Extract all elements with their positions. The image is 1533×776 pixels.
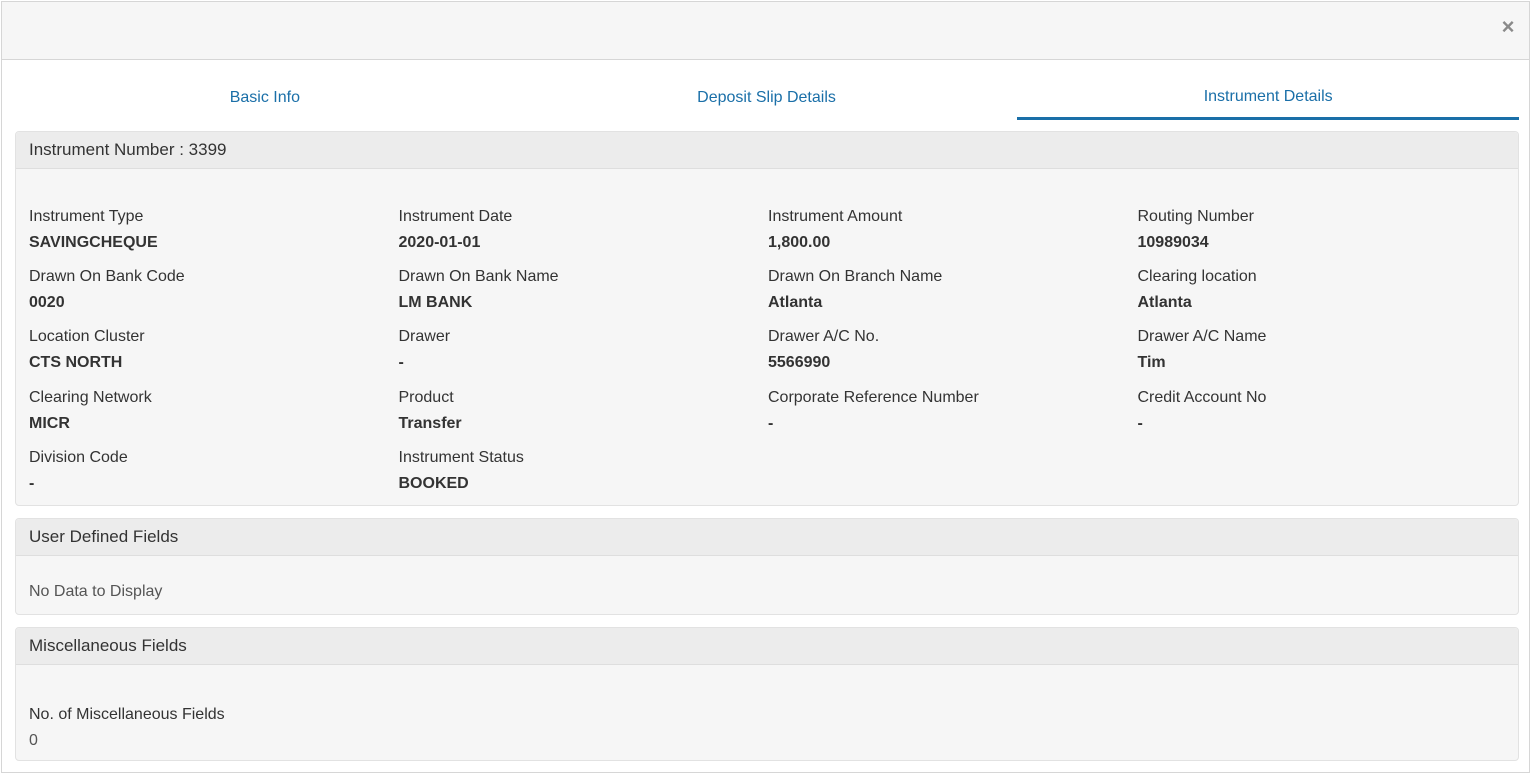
tab-deposit-slip-details[interactable]: Deposit Slip Details bbox=[516, 68, 1018, 120]
field-value: 10989034 bbox=[1137, 234, 1209, 251]
misc-count-value: 0 bbox=[29, 732, 38, 749]
user-defined-panel-title: User Defined Fields bbox=[16, 519, 1518, 556]
instrument-field: Drawn On Branch Name Atlanta bbox=[768, 267, 1138, 327]
field-label: Instrument Status bbox=[398, 448, 524, 466]
misc-count-label: No. of Miscellaneous Fields bbox=[29, 706, 225, 723]
instrument-field: Clearing Network MICR bbox=[29, 388, 399, 448]
field-value: CTS NORTH bbox=[29, 354, 123, 372]
field-label: Instrument Type bbox=[29, 208, 144, 225]
field-value: Transfer bbox=[398, 414, 462, 432]
field-label: Routing Number bbox=[1137, 208, 1255, 225]
field-label: Location Cluster bbox=[29, 328, 145, 346]
instrument-field: Product Transfer bbox=[399, 388, 769, 448]
field-value: - bbox=[768, 414, 774, 432]
field-label: Drawn On Branch Name bbox=[768, 268, 943, 286]
field-label: Drawn On Bank Code bbox=[29, 268, 185, 286]
instrument-field: Drawer - bbox=[399, 327, 769, 387]
instrument-field: Instrument Status BOOKED bbox=[399, 448, 769, 508]
instrument-field: Location Cluster CTS NORTH bbox=[29, 327, 399, 387]
field-value: Atlanta bbox=[768, 294, 823, 312]
field-label: Corporate Reference Number bbox=[768, 388, 979, 406]
instrument-field: Instrument Type SAVINGCHEQUE bbox=[29, 207, 399, 267]
misc-panel: Miscellaneous Fields No. of Miscellaneou… bbox=[15, 627, 1519, 761]
field-label: Drawer bbox=[398, 328, 451, 346]
field-value: 5566990 bbox=[768, 354, 831, 372]
field-label: Clearing location bbox=[1137, 268, 1257, 286]
field-value: - bbox=[1137, 414, 1143, 432]
instrument-field: Routing Number 10989034 bbox=[1138, 207, 1508, 267]
field-label: Instrument Date bbox=[398, 208, 513, 225]
field-value: 1,800.00 bbox=[768, 234, 831, 251]
misc-count-field: No. of Miscellaneous Fields 0 bbox=[16, 665, 1518, 751]
misc-panel-title: Miscellaneous Fields bbox=[16, 628, 1518, 665]
instrument-panel-title: Instrument Number : 3399 bbox=[16, 132, 1518, 169]
field-value: SAVINGCHEQUE bbox=[29, 234, 158, 251]
field-label: Drawn On Bank Name bbox=[398, 268, 559, 286]
user-defined-panel: User Defined Fields No Data to Display bbox=[15, 518, 1519, 615]
field-value: 2020-01-01 bbox=[398, 234, 481, 251]
instrument-field: Instrument Date 2020-01-01 bbox=[399, 207, 769, 267]
field-label: Drawer A/C No. bbox=[768, 328, 880, 346]
instrument-field: Credit Account No - bbox=[1138, 388, 1508, 448]
instrument-field: Drawer A/C No. 5566990 bbox=[768, 327, 1138, 387]
field-label: Division Code bbox=[29, 448, 128, 466]
field-label: Product bbox=[398, 388, 454, 406]
field-value: LM BANK bbox=[398, 294, 473, 312]
no-data-message: No Data to Display bbox=[29, 583, 163, 600]
modal-header: × bbox=[2, 2, 1529, 60]
instrument-field: Drawn On Bank Name LM BANK bbox=[399, 267, 769, 327]
field-value: - bbox=[398, 354, 404, 372]
instrument-field: Drawer A/C Name Tim bbox=[1138, 327, 1508, 387]
instrument-field: Drawn On Bank Code 0020 bbox=[29, 267, 399, 327]
field-value: MICR bbox=[29, 414, 70, 432]
field-value: 0020 bbox=[29, 294, 65, 312]
field-label: Credit Account No bbox=[1137, 388, 1267, 406]
instrument-details-modal: × Basic Info Deposit Slip Details Instru… bbox=[1, 1, 1530, 773]
field-value: Tim bbox=[1137, 354, 1166, 372]
field-label: Clearing Network bbox=[29, 388, 152, 406]
field-value: BOOKED bbox=[398, 474, 469, 492]
field-label: Instrument Amount bbox=[768, 208, 903, 225]
instrument-fields-grid: Instrument Type SAVINGCHEQUE Instrument Da… bbox=[16, 169, 1518, 508]
close-icon[interactable]: × bbox=[1497, 16, 1519, 38]
tab-basic-info[interactable]: Basic Info bbox=[14, 68, 516, 120]
instrument-field: Clearing location Atlanta bbox=[1138, 267, 1508, 327]
field-value: Atlanta bbox=[1137, 294, 1192, 312]
tab-bar: Basic Info Deposit Slip Details Instrume… bbox=[14, 68, 1520, 120]
instrument-panel: Instrument Number : 3399 Instrument Type… bbox=[15, 131, 1519, 506]
field-label: Drawer A/C Name bbox=[1137, 328, 1267, 346]
field-value: - bbox=[29, 474, 35, 492]
tab-instrument-details[interactable]: Instrument Details bbox=[1017, 68, 1520, 120]
instrument-field: Corporate Reference Number - bbox=[768, 388, 1138, 448]
instrument-field: Division Code - bbox=[29, 448, 399, 508]
instrument-field: Instrument Amount 1,800.00 bbox=[768, 207, 1138, 267]
